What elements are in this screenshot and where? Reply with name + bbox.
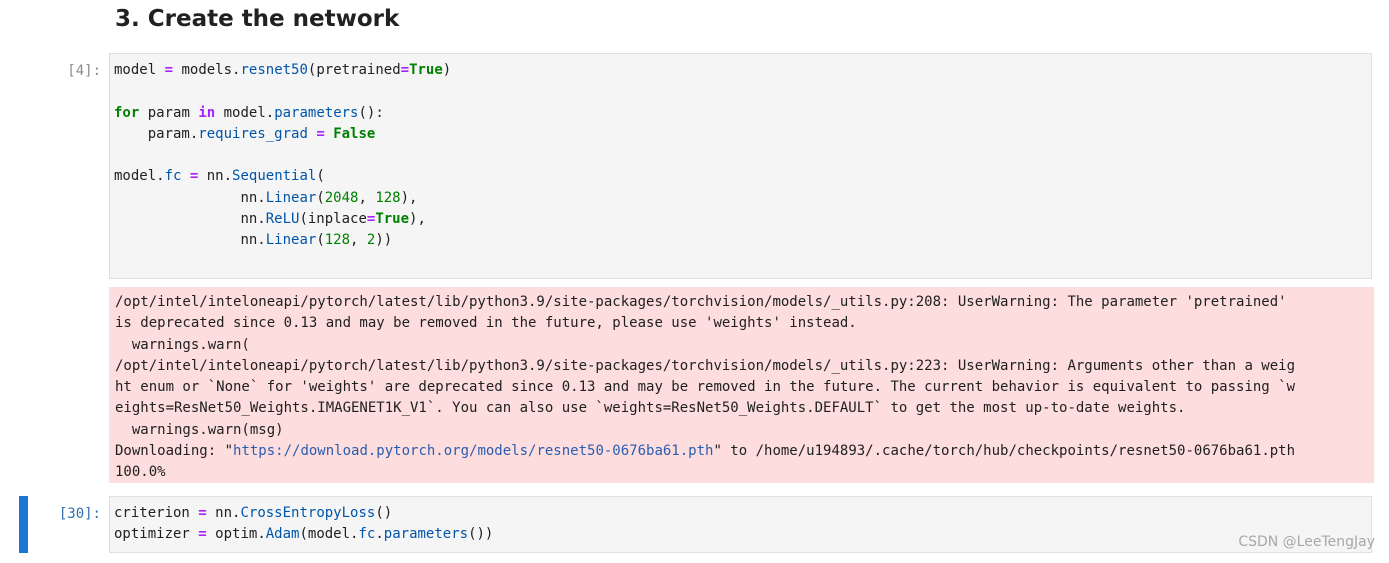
cell-prompt-30: [30]: [58, 506, 101, 522]
section-heading: 3. Create the network [115, 6, 400, 32]
download-link[interactable]: https://download.pytorch.org/models/resn… [233, 443, 713, 459]
code-cell-1-source[interactable]: model = models.resnet50(pretrained=True)… [114, 60, 451, 252]
code-cell-2-source[interactable]: criterion = nn.CrossEntropyLoss() optimi… [114, 503, 493, 546]
download-progress: 100.0% [115, 464, 166, 481]
csdn-watermark: CSDN @LeeTengJay [1238, 534, 1375, 550]
cell-prompt-4: [4]: [67, 63, 101, 79]
stderr-output-text: /opt/intel/inteloneapi/pytorch/latest/li… [115, 294, 1296, 481]
